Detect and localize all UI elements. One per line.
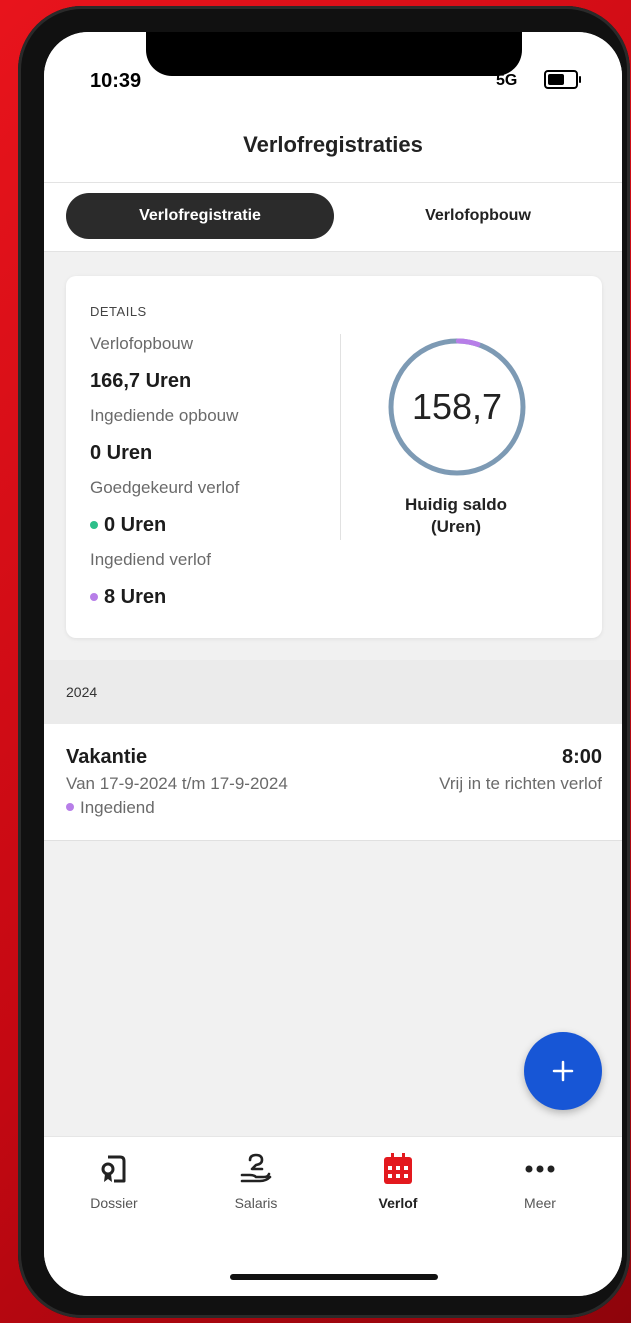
row-label-verlofopbouw: Verlofopbouw: [90, 334, 194, 353]
nav-meer-label: Meer: [524, 1195, 556, 1211]
row-value-verlofopbouw: 166,7 Uren: [90, 370, 192, 392]
year-section-header: 2024: [44, 660, 622, 724]
row-label-ingediend-verlof: Ingediend verlof: [90, 550, 211, 569]
balance-gauge: 158,7: [384, 334, 530, 480]
balance-caption: Huidig saldo (Uren): [405, 495, 507, 536]
row-value-ingediend-verlof: 8 Uren: [90, 586, 166, 609]
nav-verlof[interactable]: Verlof: [338, 1151, 458, 1211]
row-value-goedgekeurd-verlof: 0 Uren: [90, 514, 166, 537]
entry-date-range: Van 17-9-2024 t/m 17-9-2024: [66, 774, 288, 793]
submitted-dot-icon: [90, 592, 98, 601]
balance-value: 158,7: [411, 386, 503, 427]
approved-dot-icon: [90, 520, 98, 529]
status-dot-icon: [66, 802, 74, 811]
device-notch: [146, 32, 522, 76]
leave-entry[interactable]: Vakantie 8:00 Van 17-9-2024 t/m 17-9-202…: [44, 724, 622, 841]
nav-meer[interactable]: Meer: [480, 1151, 600, 1211]
page-title: Verlofregistraties: [243, 132, 423, 157]
status-time: 10:39: [90, 70, 142, 92]
tab-verlofopbouw[interactable]: Verlofopbouw: [344, 193, 612, 239]
nav-verlof-label: Verlof: [378, 1195, 418, 1211]
page-header: Verlofregistraties: [44, 118, 622, 183]
bottom-navigation: Dossier Salaris Verlof Meer: [44, 1136, 622, 1296]
segmented-tabs: Verlofregistratie Verlofopbouw: [44, 183, 622, 252]
nav-salaris-label: Salaris: [234, 1195, 278, 1211]
home-indicator: [230, 1274, 438, 1280]
app-screen: 10:39 5G Verlofregistraties Verlofregist…: [44, 32, 622, 1296]
year-label: 2024: [66, 684, 98, 700]
add-leave-button[interactable]: [524, 1032, 602, 1110]
battery-icon: [544, 70, 581, 89]
nav-dossier[interactable]: Dossier: [54, 1151, 174, 1211]
row-label-ingediende-opbouw: Ingediende opbouw: [90, 406, 239, 425]
salary-hand-icon: [240, 1153, 272, 1183]
row-value-ingediende-opbouw: 0 Uren: [90, 442, 153, 464]
details-section-label: DETAILS: [90, 304, 147, 319]
more-dots-icon: [525, 1165, 555, 1173]
entry-title: Vakantie: [66, 746, 148, 768]
entry-status: Ingediend: [66, 798, 155, 818]
dossier-icon: [101, 1155, 126, 1183]
card-divider: [340, 334, 341, 540]
nav-dossier-label: Dossier: [90, 1195, 138, 1211]
entry-hours: 8:00: [561, 746, 602, 768]
nav-salaris[interactable]: Salaris: [196, 1151, 316, 1211]
plus-icon: [552, 1060, 574, 1082]
calendar-icon: [384, 1153, 412, 1184]
row-label-goedgekeurd-verlof: Goedgekeurd verlof: [90, 478, 240, 497]
details-card: DETAILS Verlofopbouw 166,7 Uren Ingedien…: [66, 276, 602, 638]
entry-leave-type: Vrij in te richten verlof: [439, 774, 602, 793]
tab-verlofregistratie[interactable]: Verlofregistratie: [66, 193, 334, 239]
